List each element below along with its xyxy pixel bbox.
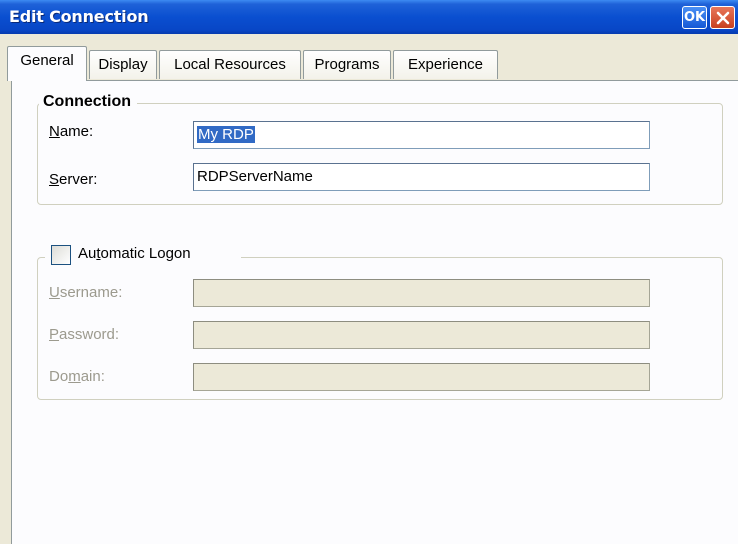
tab-local-resources[interactable]: Local Resources [159, 50, 301, 79]
domain-label: Domain: [49, 368, 105, 385]
name-label: Name: [49, 123, 94, 140]
close-icon [716, 11, 730, 25]
close-button[interactable] [710, 6, 735, 29]
automatic-logon-checkbox[interactable] [51, 245, 71, 265]
tab-display[interactable]: Display [89, 50, 157, 79]
ok-button[interactable]: OK [682, 6, 707, 29]
password-field[interactable] [193, 321, 650, 349]
username-field[interactable] [193, 279, 650, 307]
name-label-text: ame: [59, 123, 94, 140]
tab-experience[interactable]: Experience [393, 50, 498, 79]
tab-panel-general: Connection Name: My RDP Server: RDPServe… [11, 80, 738, 544]
window-title: Edit Connection [9, 7, 149, 26]
tab-strip: General Display Local Resources Programs… [0, 44, 738, 81]
tab-general[interactable]: General [7, 46, 87, 81]
username-label: Username: [49, 284, 123, 301]
connection-group-title: Connection [39, 93, 137, 111]
domain-field[interactable] [193, 363, 650, 391]
automatic-logon-label[interactable]: Automatic Logon [78, 245, 191, 262]
server-label-text: erver: [59, 171, 98, 188]
server-field[interactable]: RDPServerName [193, 163, 650, 191]
name-field-value: My RDP [197, 126, 255, 143]
server-label: Server: [49, 171, 98, 188]
name-field[interactable]: My RDP [193, 121, 650, 149]
title-bar: Edit Connection OK [0, 0, 738, 34]
password-label: Password: [49, 326, 120, 343]
tab-programs[interactable]: Programs [303, 50, 391, 79]
